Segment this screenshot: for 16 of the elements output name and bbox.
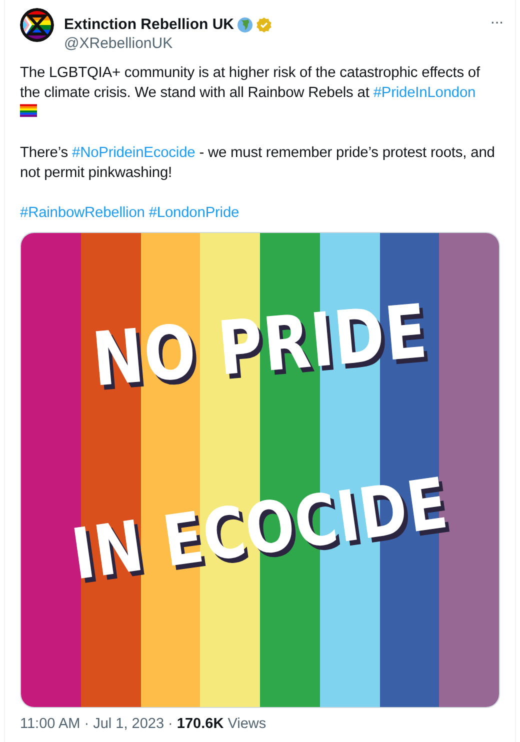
image-slogan: NO PRIDE (88, 288, 432, 406)
hashtag-link[interactable]: #PrideInLondon (373, 85, 476, 101)
more-options-button[interactable]: ··· (490, 14, 503, 32)
tweet-text: There’s #NoPrideinEcocide - we must remember pride’s protest roots, and not permit pinkwashing! (20, 144, 496, 184)
globe-icon (237, 16, 254, 32)
tweet-timestamp-views: 11:00 AM · Jul 1, 2023 · 170.6K Views (20, 715, 268, 734)
hashtag-link[interactable]: #NoPrideinEcocide (72, 145, 196, 162)
rainbow-flag-icon (20, 104, 37, 118)
tweet-text: The LGBTQIA+ community is at higher risk of the catastrophic effects of the climate crisis. We stand with all Rainbow Rebels at #PrideInLondon (20, 63, 500, 124)
image-slogan: IN ECOCIDE (66, 461, 454, 597)
avatar-logo-icon[interactable] (20, 8, 54, 42)
author-handle[interactable]: @XRebellionUK (64, 35, 173, 52)
hashtag-link[interactable]: #RainbowRebellion (20, 205, 145, 222)
hashtag-link[interactable]: #LondonPride (148, 205, 240, 222)
author-name[interactable]: Extinction Rebellion UK (64, 16, 234, 33)
rainbow-stripes-image[interactable]: NO PRIDE IN ECOCIDE (20, 232, 500, 708)
